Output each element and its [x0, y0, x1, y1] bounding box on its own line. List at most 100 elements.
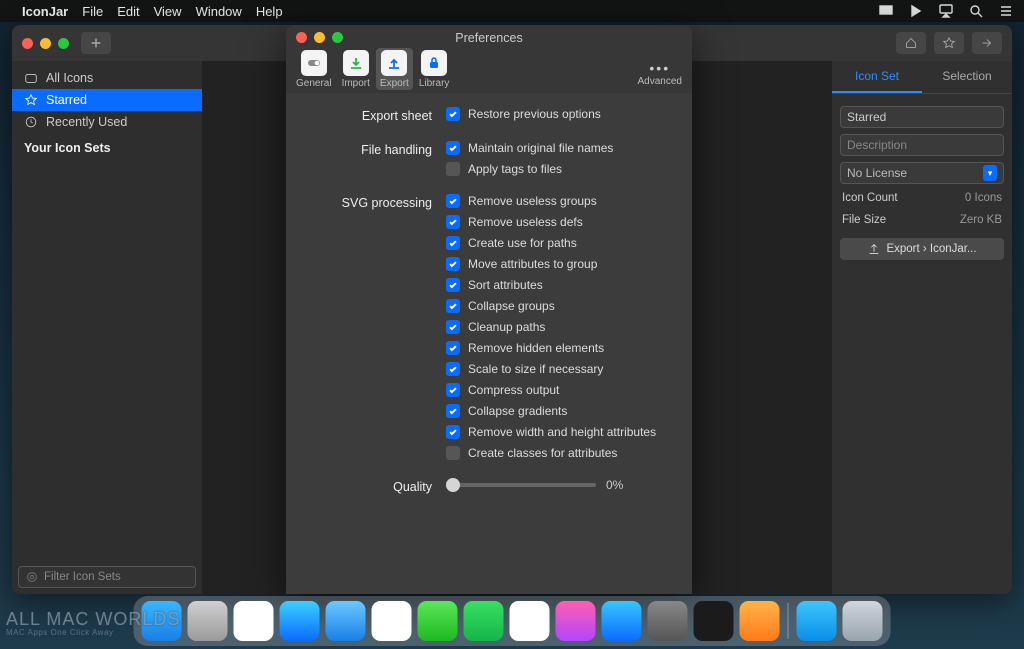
slider-thumb[interactable] [446, 478, 460, 492]
status-list-icon[interactable] [998, 3, 1014, 19]
checkbox[interactable] [446, 299, 460, 313]
sidebar-item-all-icons[interactable]: All Icons [12, 67, 202, 89]
pref-tab-export[interactable]: Export [376, 48, 413, 90]
tab-icon-set[interactable]: Icon Set [832, 61, 922, 93]
sidebar-item-label: All Icons [46, 71, 93, 85]
dock-app-appstore[interactable] [602, 601, 642, 641]
checkbox[interactable] [446, 425, 460, 439]
dock-app-news[interactable] [510, 601, 550, 641]
sidebar-item-starred[interactable]: Starred [12, 89, 202, 111]
export-iconjar-button[interactable]: Export › IconJar... [840, 238, 1004, 260]
checkbox[interactable] [446, 162, 460, 176]
dock-app-photos[interactable] [372, 601, 412, 641]
checkbox[interactable] [446, 362, 460, 376]
dock-app-messages[interactable] [418, 601, 458, 641]
tab-selection[interactable]: Selection [922, 61, 1012, 93]
checkbox[interactable] [446, 141, 460, 155]
checkbox-option[interactable]: Maintain original file names [446, 141, 674, 155]
watermark-text: ALL MAC WORLDS MAC Apps One Click Away [6, 609, 180, 637]
pref-tab-library[interactable]: Library [415, 48, 454, 90]
status-airplay-icon[interactable] [938, 3, 954, 19]
star-button[interactable] [934, 32, 964, 54]
dock-app-iconjar[interactable] [740, 601, 780, 641]
switch-icon [301, 50, 327, 76]
checkbox-option[interactable]: Remove useless defs [446, 215, 674, 229]
filter-placeholder: Filter Icon Sets [44, 571, 121, 583]
sidebar-item-recently-used[interactable]: Recently Used [12, 111, 202, 133]
checkbox[interactable] [446, 404, 460, 418]
checkbox[interactable] [446, 341, 460, 355]
add-button[interactable] [81, 32, 111, 54]
menubar-app-name[interactable]: IconJar [22, 4, 68, 19]
checkbox[interactable] [446, 194, 460, 208]
checkbox[interactable] [446, 446, 460, 460]
iconset-desc-field[interactable]: Description [840, 134, 1004, 156]
filter-input[interactable]: Filter Icon Sets [18, 566, 196, 588]
dock-app-downloads[interactable] [797, 601, 837, 641]
menu-view[interactable]: View [154, 4, 182, 19]
checkbox-option[interactable]: Move attributes to group [446, 257, 674, 271]
checkbox[interactable] [446, 107, 460, 121]
dock-app-trash[interactable] [843, 601, 883, 641]
menu-help[interactable]: Help [256, 4, 283, 19]
checkbox[interactable] [446, 383, 460, 397]
license-select[interactable]: No License ▾ [840, 162, 1004, 184]
checkbox-option[interactable]: Apply tags to files [446, 162, 674, 176]
status-play-icon[interactable] [908, 3, 924, 19]
checkbox[interactable] [446, 215, 460, 229]
checkbox-option[interactable]: Remove useless groups [446, 194, 674, 208]
upload-icon [381, 50, 407, 76]
checkbox[interactable] [446, 257, 460, 271]
dock-app-calendar[interactable] [234, 601, 274, 641]
home-button[interactable] [896, 32, 926, 54]
checkbox-option[interactable]: Scale to size if necessary [446, 362, 674, 376]
filter-icon [25, 570, 39, 584]
checkbox-label: Create use for paths [468, 236, 577, 250]
dock-app-safari[interactable] [280, 601, 320, 641]
checkbox[interactable] [446, 320, 460, 334]
status-display-icon[interactable] [878, 3, 894, 19]
traffic-lights[interactable] [22, 38, 69, 49]
menu-edit[interactable]: Edit [117, 4, 139, 19]
preferences-body: Export sheet Restore previous options Fi… [286, 93, 692, 594]
dock-separator [788, 603, 789, 639]
sidebar: All Icons Starred Recently Used Your Ico… [12, 61, 202, 594]
checkbox-option[interactable]: Create classes for attributes [446, 446, 674, 460]
dock-app-sysprefs[interactable] [648, 601, 688, 641]
quality-slider[interactable] [446, 483, 596, 487]
checkbox-option[interactable]: Restore previous options [446, 107, 674, 121]
pref-tab-advanced[interactable]: ••• Advanced [638, 63, 682, 87]
menu-file[interactable]: File [82, 4, 103, 19]
checkbox-label: Maintain original file names [468, 141, 613, 155]
iconset-name-field[interactable]: Starred [840, 106, 1004, 128]
dock-app-facetime[interactable] [464, 601, 504, 641]
checkbox-option[interactable]: Compress output [446, 383, 674, 397]
zoom-button[interactable] [58, 38, 69, 49]
dock-app-terminal[interactable] [694, 601, 734, 641]
dock-app-itunes[interactable] [556, 601, 596, 641]
checkbox[interactable] [446, 278, 460, 292]
checkbox-label: Scale to size if necessary [468, 362, 603, 376]
checkbox-option[interactable]: Sort attributes [446, 278, 674, 292]
export-button[interactable] [972, 32, 1002, 54]
checkbox-option[interactable]: Collapse groups [446, 299, 674, 313]
checkbox[interactable] [446, 236, 460, 250]
checkbox-option[interactable]: Remove hidden elements [446, 341, 674, 355]
dock-app-launchpad[interactable] [188, 601, 228, 641]
close-button[interactable] [22, 38, 33, 49]
sidebar-item-label: Starred [46, 93, 87, 107]
checkbox-option[interactable]: Create use for paths [446, 236, 674, 250]
grid-icon [24, 71, 38, 85]
status-spotlight-icon[interactable] [968, 3, 984, 19]
checkbox-label: Collapse gradients [468, 404, 567, 418]
pref-tab-general[interactable]: General [292, 48, 336, 90]
checkbox-option[interactable]: Cleanup paths [446, 320, 674, 334]
checkbox-option[interactable]: Collapse gradients [446, 404, 674, 418]
section-label-export-sheet: Export sheet [286, 107, 446, 123]
dock-app-mail[interactable] [326, 601, 366, 641]
checkbox-option[interactable]: Remove width and height attributes [446, 425, 674, 439]
minimize-button[interactable] [40, 38, 51, 49]
export-sheet-options: Restore previous options [446, 107, 674, 121]
pref-tab-import[interactable]: Import [338, 48, 374, 90]
menu-window[interactable]: Window [196, 4, 242, 19]
